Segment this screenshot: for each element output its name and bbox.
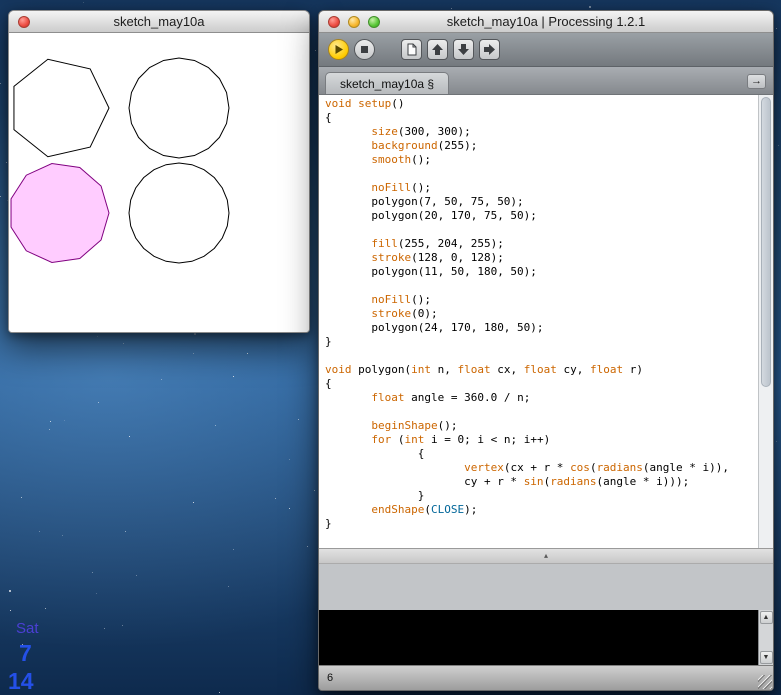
code-editor[interactable]: void setup(){ size(300, 300); background… [319, 95, 773, 548]
code-line: vertex(cx + r * cos(radians(angle * i)), [464, 461, 730, 474]
minimize-button[interactable] [348, 15, 360, 28]
code-line: stroke(0); [371, 307, 438, 320]
tab-sketch[interactable]: sketch_may10a § [325, 72, 450, 94]
code-line: void polygon(int n, float cx, float cy, … [325, 363, 643, 376]
calendar-weekday: Sat [16, 620, 39, 637]
new-sketch-button[interactable] [401, 39, 422, 60]
sketch-window-titlebar[interactable]: sketch_may10a [9, 11, 309, 33]
open-button[interactable] [427, 39, 448, 60]
sketch-polygon-7-sides [13, 58, 110, 158]
code-line: } [325, 335, 332, 348]
code-line: fill(255, 204, 255); [371, 237, 504, 250]
ide-window-title: sketch_may10a | Processing 1.2.1 [446, 14, 646, 29]
code-line: noFill(); [371, 293, 431, 306]
code-line: } [325, 517, 332, 530]
run-button[interactable] [328, 39, 349, 60]
stop-icon [361, 46, 368, 53]
right-arrow-icon: → [751, 75, 762, 87]
sketch-polygon-20-sides [128, 57, 230, 159]
save-button[interactable] [453, 39, 474, 60]
code-line: smooth(); [371, 153, 431, 166]
message-area [319, 564, 773, 610]
export-button[interactable] [479, 39, 500, 60]
code-line: { [325, 377, 332, 390]
sketch-polygon-11-sides [10, 162, 110, 264]
code-line: polygon(7, 50, 75, 50); [325, 195, 524, 208]
calendar-day-number: 7 [19, 640, 32, 666]
code-line: for (int i = 0; i < n; i++) [371, 433, 551, 446]
sketch-window-title: sketch_may10a [113, 14, 205, 29]
zoom-button[interactable] [368, 15, 380, 28]
tab-menu-button[interactable]: → [747, 74, 766, 89]
editor-console-splitter[interactable]: ▴ [319, 548, 773, 564]
window-resize-grip[interactable] [758, 675, 772, 689]
ide-titlebar[interactable]: sketch_may10a | Processing 1.2.1 [319, 11, 773, 33]
code-line: { [325, 447, 425, 460]
code-line: { [325, 111, 332, 124]
console-output: ▲ ▼ [319, 610, 773, 665]
ide-window-controls [328, 15, 380, 28]
open-up-arrow-icon [432, 44, 443, 55]
sketch-output-window: sketch_may10a [8, 10, 310, 333]
code-line: endShape(CLOSE); [371, 503, 478, 516]
status-bar: 6 [319, 665, 773, 690]
code-line: stroke(128, 0, 128); [371, 251, 504, 264]
close-button[interactable] [328, 15, 340, 28]
sketch-canvas-svg [10, 57, 230, 264]
splitter-collapse-handle[interactable]: ▴ [544, 552, 548, 560]
code-line: background(255); [371, 139, 478, 152]
calendar-week-number: 14 [8, 668, 34, 694]
code-content: void setup(){ size(300, 300); background… [319, 95, 758, 548]
sketch-canvas [9, 33, 309, 332]
ide-toolbar [319, 33, 773, 67]
sketch-window-controls [18, 15, 30, 28]
stop-button[interactable] [354, 39, 375, 60]
code-line: noFill(); [371, 181, 431, 194]
export-right-arrow-icon [484, 44, 495, 55]
code-line: float angle = 360.0 / n; [371, 391, 531, 404]
code-line: cy + r * sin(radians(angle * i))); [325, 475, 690, 488]
save-down-arrow-icon [458, 44, 469, 55]
code-line: polygon(20, 170, 75, 50); [325, 209, 537, 222]
code-line: } [325, 489, 425, 502]
scroll-down-arrow[interactable]: ▼ [759, 651, 773, 664]
play-icon [335, 45, 343, 54]
code-line: beginShape(); [371, 419, 458, 432]
tab-label: sketch_may10a § [340, 76, 435, 91]
line-number: 6 [327, 672, 334, 684]
editor-scrollbar-thumb[interactable] [761, 97, 771, 387]
console-scrollbar[interactable]: ▲ ▼ [758, 610, 773, 665]
code-line: void setup() [325, 97, 405, 110]
new-file-icon [407, 43, 417, 56]
close-button[interactable] [18, 15, 30, 28]
processing-ide-window: sketch_may10a | Processing 1.2.1 sketch_… [318, 10, 774, 691]
code-line: size(300, 300); [371, 125, 471, 138]
sketch-polygon-24-sides [128, 162, 230, 264]
tab-bar: sketch_may10a § → [319, 67, 773, 95]
editor-scrollbar[interactable] [758, 95, 773, 548]
screen: Sat 7 14 sketch_may10a sketch_may10a | P… [0, 0, 781, 695]
code-line: polygon(24, 170, 180, 50); [325, 321, 544, 334]
scroll-up-arrow[interactable]: ▲ [759, 611, 773, 624]
code-line: polygon(11, 50, 180, 50); [325, 265, 537, 278]
